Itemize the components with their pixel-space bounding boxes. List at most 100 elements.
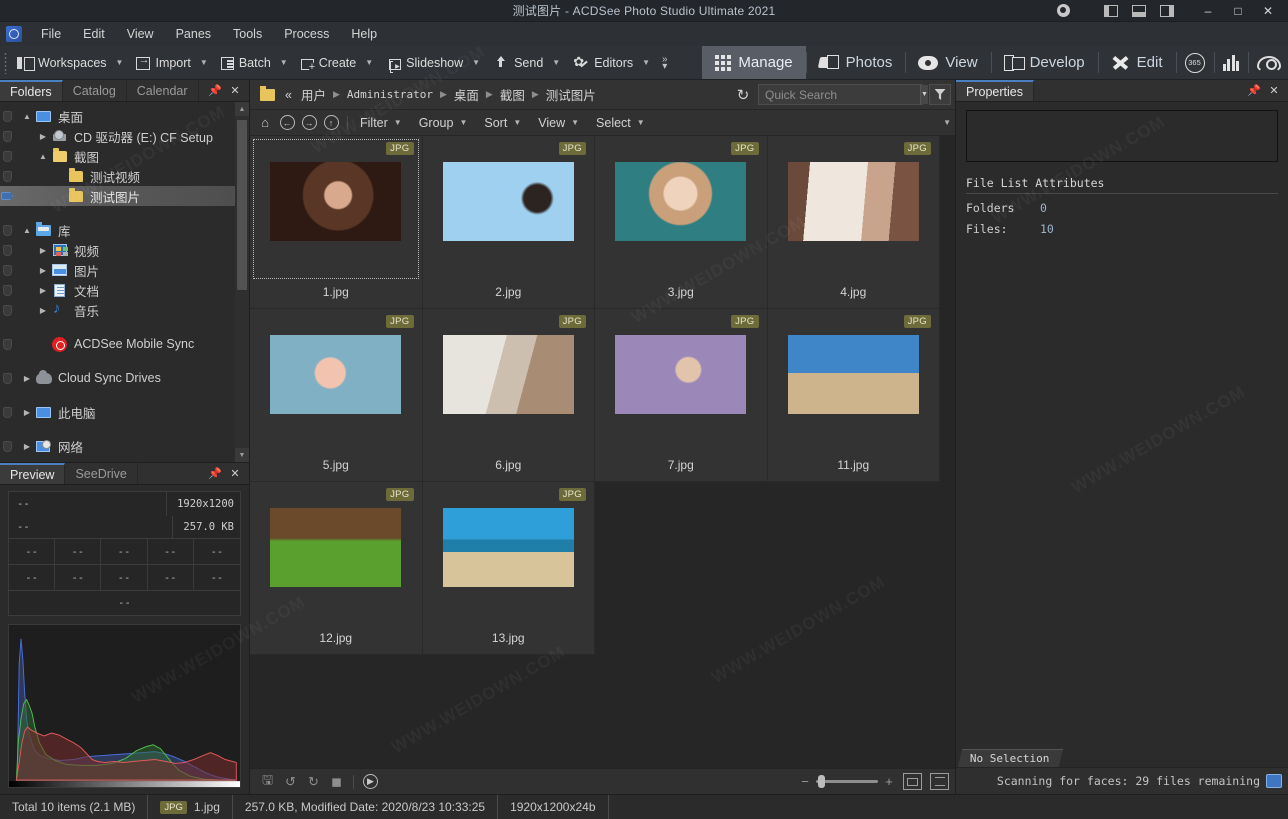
toggle-right-panel-icon[interactable] <box>1154 1 1180 21</box>
tree-item-库[interactable]: ▲库 <box>0 220 249 240</box>
tree-item-图片[interactable]: ▶图片 <box>0 260 249 280</box>
tree-item-测试视频[interactable]: 测试视频 <box>0 166 249 186</box>
thumbnail-image[interactable] <box>788 162 919 241</box>
thumbnail-cell[interactable]: JPG12.jpg <box>250 482 423 655</box>
face-scan-icon[interactable] <box>1266 774 1282 788</box>
menu-edit[interactable]: Edit <box>72 24 116 44</box>
tree-expander-icon[interactable]: ▲ <box>20 112 34 121</box>
tab-seedrive[interactable]: SeeDrive <box>65 463 137 484</box>
zoom-out-button[interactable]: − <box>799 774 811 789</box>
acdsee-365-button[interactable]: 365 <box>1176 46 1214 79</box>
minimize-button[interactable]: – <box>1194 0 1222 22</box>
group-menu[interactable]: Group▼ <box>412 113 478 133</box>
view-menu[interactable]: View▼ <box>531 113 589 133</box>
breadcrumb-segment-current[interactable]: 测试图片 <box>543 83 599 106</box>
tree-item-文档[interactable]: ▶文档 <box>0 280 249 300</box>
tab-photos[interactable]: Photos <box>806 46 906 79</box>
tab-properties[interactable]: Properties <box>956 80 1034 101</box>
back-icon[interactable]: ← <box>276 112 298 134</box>
batch-caret-icon[interactable]: ▼ <box>278 46 294 79</box>
tab-develop[interactable]: Develop <box>991 46 1098 79</box>
slideshow-caret-icon[interactable]: ▼ <box>470 46 486 79</box>
zoom-in-button[interactable]: + <box>883 774 895 789</box>
tree-item-CD 驱动器 (E:) CF Setup[interactable]: ▶CD 驱动器 (E:) CF Setup <box>0 126 249 146</box>
close-icon[interactable]: ✕ <box>226 467 244 480</box>
send-button[interactable]: Send <box>486 46 550 79</box>
tree-rating-shield-icon[interactable] <box>0 151 14 162</box>
refresh-icon[interactable]: ↻ <box>731 83 755 107</box>
menu-process[interactable]: Process <box>273 24 340 44</box>
thumbnail-cell[interactable]: JPG2.jpg <box>423 136 596 309</box>
play-icon[interactable]: ▶ <box>359 771 382 793</box>
tree-expander-icon[interactable]: ▶ <box>20 408 34 417</box>
menu-panes[interactable]: Panes <box>165 24 222 44</box>
swirl-button[interactable] <box>1248 46 1288 79</box>
tree-expander-icon[interactable]: ▶ <box>36 266 50 275</box>
create-button[interactable]: Create <box>294 46 364 79</box>
tree-rating-shield-icon[interactable] <box>0 111 14 122</box>
slideshow-button[interactable]: Slideshow <box>379 46 470 79</box>
breadcrumb-segment-users[interactable]: 用户 <box>298 83 329 106</box>
thumbnail-image[interactable] <box>615 335 746 414</box>
thumbnail-cell[interactable]: JPG4.jpg <box>768 136 941 309</box>
home-icon[interactable]: ⌂ <box>254 112 276 134</box>
tab-edit[interactable]: Edit <box>1098 46 1176 79</box>
chart-bars-button[interactable] <box>1214 46 1249 79</box>
tree-rating-shield-icon[interactable] <box>0 131 14 142</box>
list-view-icon[interactable] <box>930 773 949 790</box>
tree-item-Cloud Sync Drives[interactable]: ▶Cloud Sync Drives <box>0 368 249 388</box>
toggle-bottom-panel-icon[interactable] <box>1126 1 1152 21</box>
tab-catalog[interactable]: Catalog <box>63 80 127 101</box>
tree-rating-shield-icon[interactable] <box>0 373 14 384</box>
save-icon[interactable]: 🖫 <box>256 771 279 793</box>
thumbnail-cell[interactable]: JPG13.jpg <box>423 482 596 655</box>
tree-item-测试图片[interactable]: 测试图片 <box>0 186 249 206</box>
zoom-slider[interactable] <box>816 780 878 783</box>
create-caret-icon[interactable]: ▼ <box>363 46 379 79</box>
tree-item-视频[interactable]: ▶视频 <box>0 240 249 260</box>
toolbar-overflow-icon[interactable]: »▾ <box>656 46 674 79</box>
thumbnail-image[interactable] <box>788 335 919 414</box>
thumbnail-image[interactable] <box>443 508 574 587</box>
tab-folders[interactable]: Folders <box>0 80 63 101</box>
tree-expander-icon[interactable]: ▶ <box>36 286 50 295</box>
tree-rating-shield-icon[interactable] <box>0 339 14 350</box>
tree-item-截图[interactable]: ▲截图 <box>0 146 249 166</box>
thumbnail-cell[interactable]: JPG1.jpg <box>250 136 423 309</box>
forward-icon[interactable]: → <box>298 112 320 134</box>
tree-expander-icon[interactable]: ▶ <box>36 132 50 141</box>
tree-expander-icon[interactable]: ▶ <box>36 306 50 315</box>
thumbnail-view-icon[interactable] <box>903 773 922 790</box>
search-input[interactable] <box>759 88 920 102</box>
breadcrumb-segment-administrator[interactable]: Administrator <box>344 86 436 103</box>
tree-rating-shield-icon[interactable] <box>0 225 14 236</box>
rotate-right-icon[interactable]: ↻ <box>302 771 325 793</box>
workspaces-button[interactable]: Workspaces <box>10 46 114 79</box>
send-caret-icon[interactable]: ▼ <box>550 46 566 79</box>
thumbnail-image[interactable] <box>270 335 401 414</box>
thumbnail-grid-area[interactable]: JPG1.jpgJPG2.jpgJPG3.jpgJPG4.jpgJPG5.jpg… <box>250 136 955 768</box>
tree-expander-icon[interactable]: ▶ <box>20 442 34 451</box>
menu-tools[interactable]: Tools <box>222 24 273 44</box>
batch-button[interactable]: Batch <box>214 46 278 79</box>
toolbar-grip[interactable] <box>0 46 10 79</box>
rotate-left-icon[interactable]: ↺ <box>279 771 302 793</box>
close-button[interactable]: ✕ <box>1254 0 1282 22</box>
pin-icon[interactable]: 📌 <box>206 467 224 480</box>
tree-rating-shield-icon[interactable] <box>0 171 14 182</box>
zoom-slider-knob[interactable] <box>818 775 825 788</box>
thumbnail-cell[interactable]: JPG3.jpg <box>595 136 768 309</box>
pin-icon[interactable]: 📌 <box>206 84 224 97</box>
thumbnail-image[interactable] <box>443 162 574 241</box>
select-menu[interactable]: Select▼ <box>589 113 655 133</box>
thumbnail-image[interactable] <box>615 162 746 241</box>
scroll-down-arrow-icon[interactable]: ▼ <box>235 448 249 462</box>
chevron-down-icon[interactable]: ▼ <box>920 85 928 104</box>
tree-expander-icon[interactable]: ▲ <box>20 226 34 235</box>
tree-expander-icon[interactable]: ▶ <box>20 374 34 383</box>
scrollbar-thumb[interactable] <box>237 120 247 290</box>
tree-rating-shield-icon[interactable] <box>0 407 14 418</box>
stop-icon[interactable]: ◼ <box>325 771 348 793</box>
pin-icon[interactable]: 📌 <box>1245 84 1263 97</box>
filter-button[interactable] <box>929 84 951 105</box>
